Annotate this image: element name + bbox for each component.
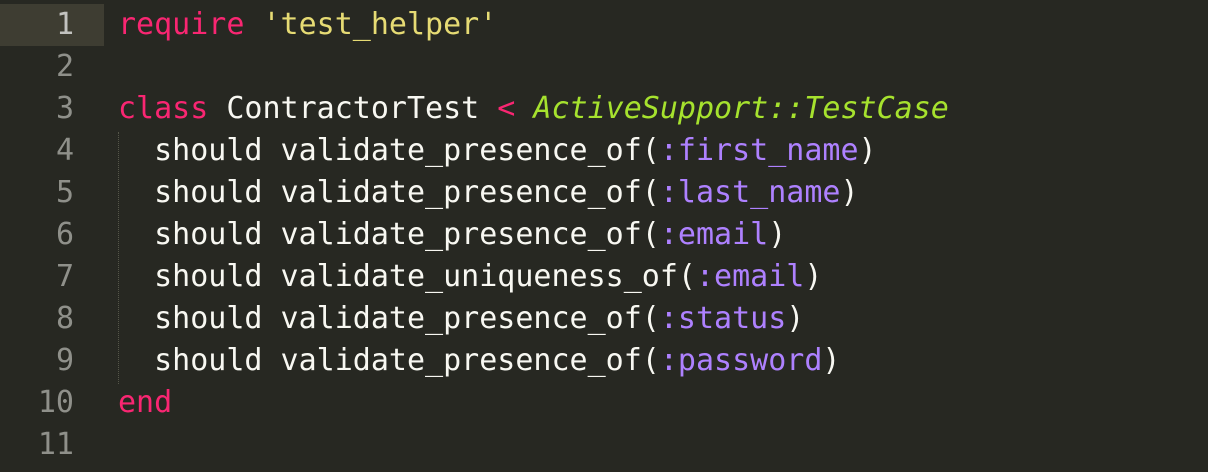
line-number: 8 [55, 301, 74, 336]
code-line[interactable]: 6 should validate_presence_of(:email) [0, 214, 1208, 256]
line-code: class ContractorTest < ActiveSupport::Te… [118, 88, 949, 130]
line-number: 9 [55, 343, 74, 378]
line-number: 3 [55, 91, 74, 126]
line-number: 4 [55, 133, 74, 168]
token-sym: :first_name [659, 133, 859, 168]
token-op: < [497, 91, 516, 126]
token-plain: should validate_presence_of( [118, 301, 660, 336]
token-plain: should validate_presence_of( [118, 175, 660, 210]
code-line[interactable]: 3 class ContractorTest < ActiveSupport::T… [0, 88, 1208, 130]
token-plain: ) [840, 175, 859, 210]
token-sym: :password [659, 343, 823, 378]
token-plain: ) [858, 133, 877, 168]
code-line[interactable]: 2 [0, 46, 1208, 88]
code-line[interactable]: 7 should validate_uniqueness_of(:email) [0, 256, 1208, 298]
line-code: should validate_presence_of(:password) [118, 340, 840, 382]
token-plain: should validate_presence_of( [118, 343, 660, 378]
code-line[interactable]: 1 require 'test_helper' [0, 4, 1208, 46]
line-number: 5 [55, 175, 74, 210]
line-number: 7 [55, 259, 74, 294]
code-line[interactable]: 5 should validate_presence_of(:last_name… [0, 172, 1208, 214]
token-sym: :status [659, 301, 787, 336]
token-plain: should validate_uniqueness_of( [118, 259, 696, 294]
token-kw: class [118, 91, 209, 126]
token-sym: :email [695, 259, 805, 294]
token-plain: should validate_presence_of( [118, 133, 660, 168]
line-code: require 'test_helper' [118, 4, 497, 46]
token-sym: :last_name [659, 175, 841, 210]
code-editor[interactable]: 1 require 'test_helper' 2 3 class Contractor… [0, 0, 1208, 472]
token-plain: ) [822, 343, 841, 378]
line-code: should validate_presence_of(:email) [118, 214, 786, 256]
line-number: 2 [55, 49, 74, 84]
line-code: should validate_presence_of(:last_name) [118, 172, 859, 214]
token-kw: require [118, 7, 245, 42]
line-number: 10 [37, 385, 74, 420]
token-plain: ) [804, 259, 823, 294]
line-number: 11 [37, 427, 74, 462]
code-line[interactable]: 4 should validate_presence_of(:first_nam… [0, 130, 1208, 172]
token-class: ActiveSupport::TestCase [533, 91, 949, 126]
token-sym: :email [659, 217, 769, 252]
token-plain: should validate_presence_of( [118, 217, 660, 252]
code-line[interactable]: 8 should validate_presence_of(:status) [0, 298, 1208, 340]
token-plain: ) [786, 301, 805, 336]
line-code: end [118, 382, 172, 424]
token-plain: ) [768, 217, 787, 252]
token-kw: end [118, 385, 173, 420]
line-code: should validate_presence_of(:first_name) [118, 130, 877, 172]
token-str: 'test_helper' [262, 7, 498, 42]
line-number: 6 [55, 217, 74, 252]
code-line[interactable]: 9 should validate_presence_of(:password) [0, 340, 1208, 382]
code-line[interactable]: 10 end [0, 382, 1208, 424]
code-line[interactable]: 11 [0, 424, 1208, 466]
line-code: should validate_presence_of(:status) [118, 298, 804, 340]
line-number: 1 [0, 4, 104, 46]
line-code: should validate_uniqueness_of(:email) [118, 256, 822, 298]
token-plain: ContractorTest [208, 91, 498, 126]
